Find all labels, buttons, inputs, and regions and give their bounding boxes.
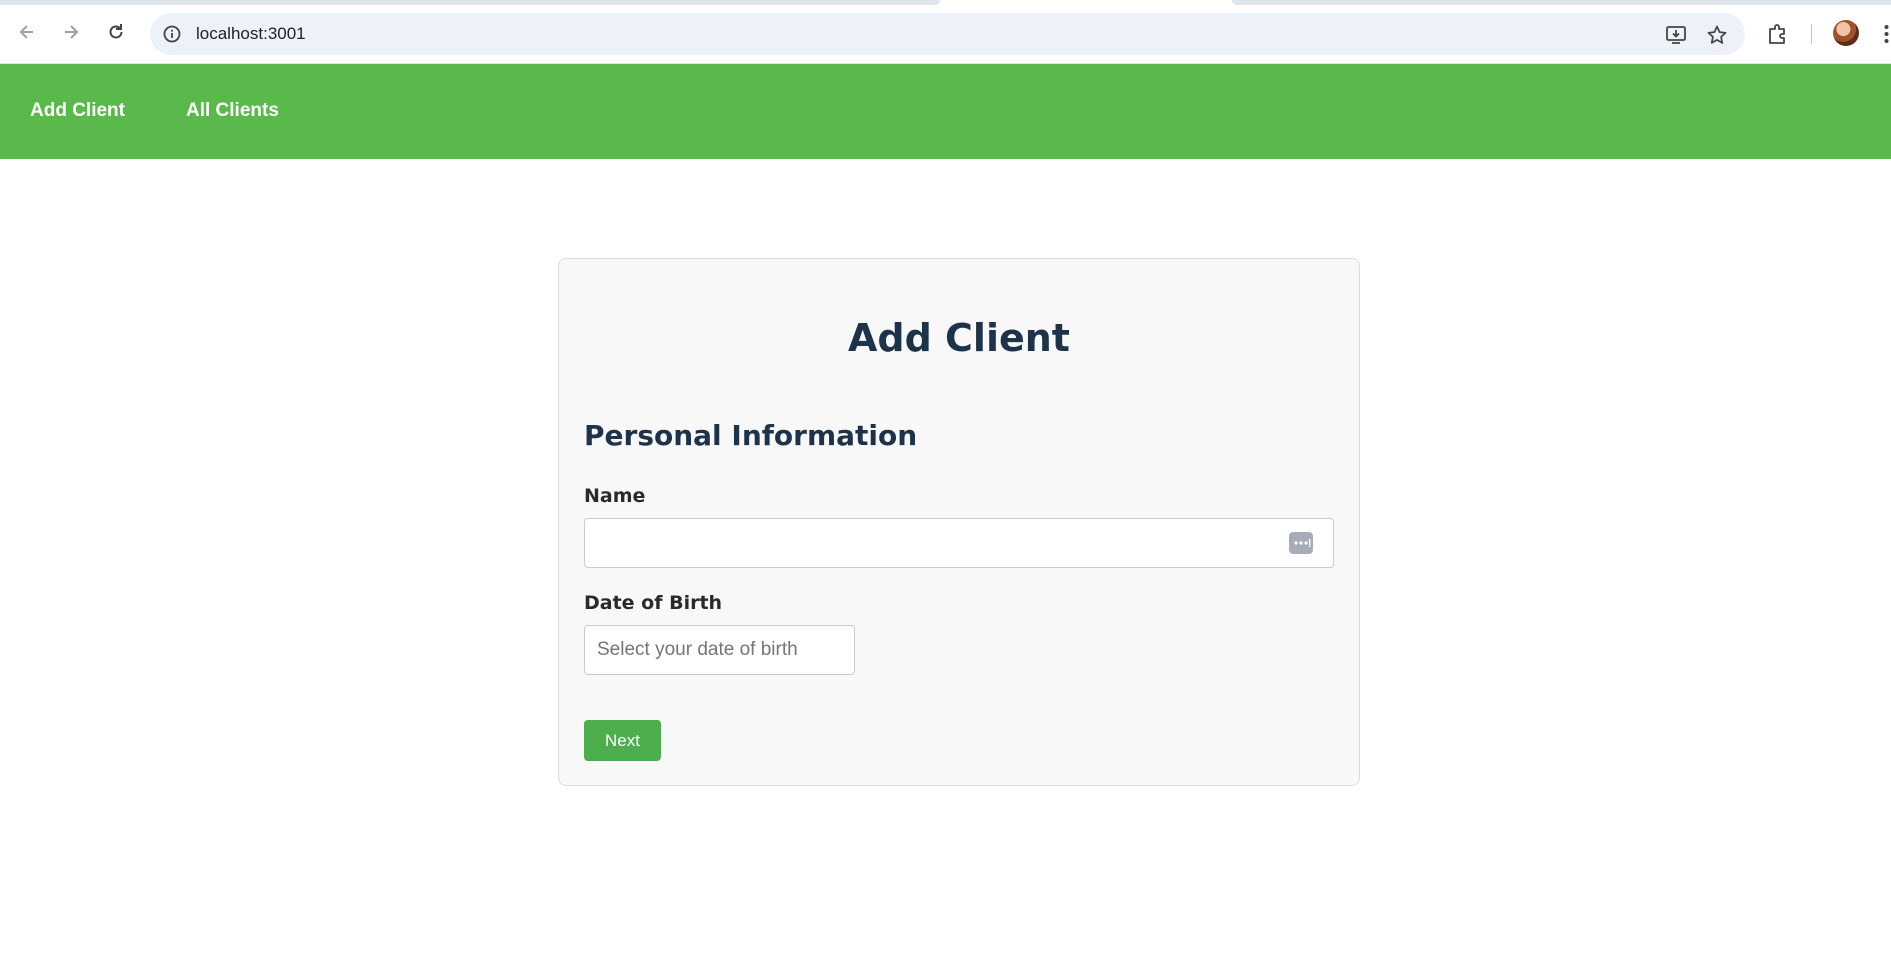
avatar[interactable]	[1833, 20, 1859, 46]
address-bar[interactable]: localhost:3001	[150, 13, 1745, 55]
install-app-icon[interactable]	[1665, 24, 1687, 46]
inactive-tab[interactable]	[1232, 0, 1891, 5]
tab-strip	[0, 0, 1891, 5]
date-of-birth-input[interactable]	[584, 625, 855, 675]
dob-label: Date of Birth	[584, 592, 723, 614]
reload-icon	[109, 24, 123, 39]
star-icon[interactable]	[1706, 24, 1728, 46]
reload-button[interactable]	[101, 17, 131, 47]
kebab-menu-icon[interactable]	[1882, 22, 1891, 46]
back-button[interactable]	[12, 17, 42, 47]
add-client-form-card: Add Client Personal Information Name Dat…	[558, 258, 1360, 786]
nav-link-add-client[interactable]: Add Client	[30, 100, 125, 122]
app-header-nav: Add Client All Clients	[0, 64, 1891, 159]
inactive-tab[interactable]	[0, 0, 940, 5]
browser-toolbar: localhost:3001	[0, 0, 1891, 64]
url-text[interactable]: localhost:3001	[196, 24, 306, 44]
section-title: Personal Information	[584, 419, 918, 452]
forward-button[interactable]	[56, 17, 86, 47]
nav-link-all-clients[interactable]: All Clients	[186, 100, 279, 122]
puzzle-icon[interactable]	[1766, 22, 1790, 46]
info-icon[interactable]	[162, 24, 182, 44]
name-label: Name	[584, 485, 646, 507]
name-input[interactable]	[584, 518, 1334, 568]
arrow-right-icon	[65, 25, 79, 39]
next-button[interactable]: Next	[584, 720, 661, 761]
toolbar-divider	[1811, 24, 1812, 44]
autofill-key-icon[interactable]	[1288, 531, 1314, 555]
page-title: Add Client	[848, 316, 1070, 360]
arrow-left-icon	[19, 25, 33, 39]
